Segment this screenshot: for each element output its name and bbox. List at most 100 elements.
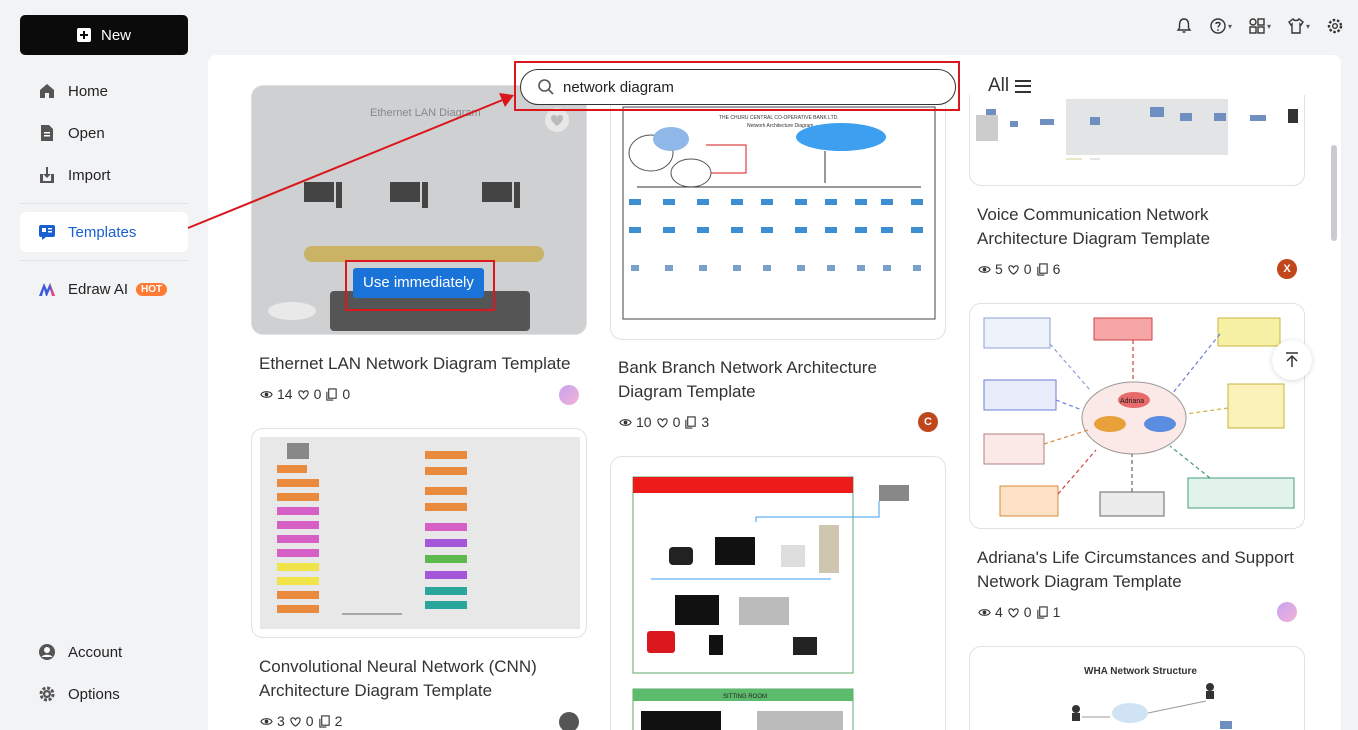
heart-icon [1008,264,1019,275]
template-title-line: Network Diagram Template [977,572,1182,591]
sidebar-divider [20,260,188,261]
templates-icon [39,225,55,240]
edraw-ai-icon [39,283,55,296]
sidebar-item-options[interactable]: Options [20,674,188,714]
view-count: 10 [636,414,652,430]
hot-badge: HOT [136,282,168,296]
apps-button[interactable]: ▾ [1248,17,1271,35]
search-icon [538,79,554,95]
copy-icon [1036,605,1048,619]
cnn-diagram-thumbnail [260,437,580,629]
adriana-diagram-thumbnail: Adriana [983,317,1295,517]
template-thumbnail-office[interactable]: SITTING ROOM [610,456,946,730]
gear-icon [39,686,55,702]
view-count: 3 [277,713,285,729]
template-thumbnail-cnn[interactable] [251,428,587,638]
back-to-top-button[interactable] [1272,340,1312,380]
apps-icon [1249,18,1265,34]
template-stats: 3 0 2 [260,713,342,729]
sidebar-item-account[interactable]: Account [20,632,188,672]
copy-icon [685,415,697,429]
sidebar-item-label: Open [68,124,105,142]
top-toolbar: ▾ ▾ ▾ [1175,17,1344,35]
home-icon [40,84,54,98]
template-title[interactable]: Convolutional Neural Network (CNN) Archi… [259,655,537,703]
sidebar-item-open[interactable]: Open [20,113,188,153]
thumb-text: Adriana [1120,398,1144,405]
category-filter-label: All [988,75,1010,96]
sidebar-item-label: Options [68,685,120,703]
template-thumbnail-adriana[interactable]: Adriana [969,303,1305,529]
template-title-line: Architecture Diagram Template [259,681,493,700]
author-avatar[interactable] [559,385,579,405]
eye-icon [619,418,632,426]
template-title-line: Architecture Diagram Template [977,229,1211,248]
thumb-text: SITTING ROOM [723,694,767,700]
thumb-text: Network Architecture Diagram [747,123,813,129]
eye-icon [260,717,273,725]
notifications-button[interactable] [1175,17,1193,35]
sidebar-item-label: Home [68,82,109,100]
template-title-line: Bank Branch Network Architecture [618,358,877,377]
theme-button[interactable]: ▾ [1287,17,1310,35]
new-button[interactable]: New [20,15,188,55]
template-thumbnail-wha[interactable]: WHA Network Structure [969,646,1305,730]
sidebar-item-templates[interactable]: Templates [20,212,188,252]
sidebar-item-home[interactable]: Home [20,71,188,111]
new-button-label: New [100,26,131,44]
author-avatar[interactable]: X [1277,259,1297,279]
template-title[interactable]: Voice Communication Network Architecture… [977,203,1210,251]
menu-icon [1015,79,1032,93]
sidebar-item-label: Edraw AI [68,280,129,298]
use-immediately-button[interactable]: Use immediately [353,268,484,298]
eye-icon [978,265,991,273]
category-filter-button[interactable]: All [988,75,1032,97]
templates-panel: Ethernet LAN Diagram Use immediately Eth… [208,55,1341,730]
author-avatar[interactable]: C [918,412,938,432]
copy-count: 1 [1052,604,1061,620]
template-title-line: Convolutional Neural Network (CNN) [259,657,537,676]
help-icon [1210,18,1226,34]
import-icon [40,167,54,183]
sidebar-item-import[interactable]: Import [20,155,188,195]
template-stats: 10 0 3 [619,414,709,430]
help-button[interactable]: ▾ [1209,17,1232,35]
thumb-text: Ethernet LAN Diagram [370,107,481,119]
author-avatar[interactable] [559,712,579,730]
template-title[interactable]: Ethernet LAN Network Diagram Template [259,352,571,376]
chevron-down-icon: ▾ [1305,21,1310,31]
settings-button[interactable] [1326,17,1344,35]
sidebar-divider [20,203,188,204]
shirt-icon [1288,17,1304,34]
office-diagram-thumbnail: SITTING ROOM [632,476,909,730]
template-title-line: Ethernet LAN Network Diagram Template [259,354,571,373]
search-box[interactable] [520,69,956,105]
file-icon [41,125,53,141]
sidebar-item-edraw-ai[interactable]: Edraw AI HOT [20,269,188,309]
sidebar-item-label: Account [68,643,123,661]
heart-icon [297,389,309,400]
author-avatar[interactable] [1277,602,1297,622]
copy-count: 2 [334,713,343,729]
chevron-down-icon: ▾ [1227,21,1232,31]
copy-count: 6 [1052,261,1061,277]
template-stats: 14 0 0 [260,386,350,402]
heart-icon [290,716,301,727]
arrow-up-icon [1286,352,1298,367]
template-title[interactable]: Bank Branch Network Architecture Diagram… [618,356,877,404]
view-count: 4 [995,604,1003,620]
copy-icon [318,714,330,728]
like-count: 0 [313,386,322,402]
template-title-line: Diagram Template [618,382,756,401]
view-count: 14 [277,386,293,402]
eye-icon [978,608,991,616]
chevron-down-icon: ▾ [1266,21,1271,31]
search-input[interactable] [563,78,923,96]
template-thumbnail-voice[interactable] [969,95,1305,186]
template-thumbnail-bank[interactable]: THE CHURU CENTRAL CO-OPERATIVE BANK LTD.… [610,95,946,340]
template-title[interactable]: Adriana's Life Circumstances and Support… [977,546,1294,594]
sidebar: New Home Open Import Templates Edraw AI … [0,0,208,730]
heart-icon [656,417,668,428]
template-stats: 5 0 6 [978,261,1060,277]
scrollbar-thumb[interactable] [1331,145,1337,241]
